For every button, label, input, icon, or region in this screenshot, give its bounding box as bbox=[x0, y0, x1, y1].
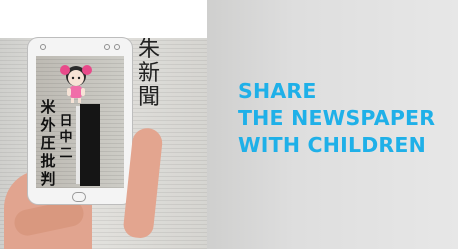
article-subhead-column: 日 中 二 bbox=[58, 114, 74, 162]
headline-char: 米 bbox=[40, 98, 56, 116]
headline-line-1: SHARE bbox=[238, 79, 317, 103]
smartphone: 米 外 圧 批 判 恐 れ 日 中 二 bbox=[28, 38, 132, 204]
ad-image: 朱 新 聞 SHARE THE NEWSPAPER WITH CHILDREN bbox=[0, 0, 458, 249]
black-headline-bar bbox=[80, 104, 100, 186]
phone-top-bar bbox=[28, 38, 132, 56]
settings-icon bbox=[104, 44, 110, 50]
headline-line-3: WITH CHILDREN bbox=[238, 133, 426, 157]
subhead-char: 二 bbox=[59, 146, 73, 161]
home-button bbox=[72, 192, 86, 202]
headline-char: 圧 bbox=[40, 134, 56, 152]
subhead-char: 中 bbox=[59, 130, 73, 145]
masthead-char: 聞 bbox=[137, 85, 160, 110]
masthead-char: 新 bbox=[137, 61, 160, 86]
headline-line-2: THE NEWSPAPER bbox=[238, 106, 436, 130]
headline-char: 判 bbox=[40, 170, 56, 188]
subhead-char: 日 bbox=[59, 114, 73, 129]
newspaper-masthead: 朱 新 聞 bbox=[136, 38, 162, 110]
headline: SHARE THE NEWSPAPER WITH CHILDREN bbox=[238, 78, 435, 159]
close-icon bbox=[114, 44, 120, 50]
mascot-character-icon bbox=[60, 65, 92, 103]
article-headline-column: 米 外 圧 批 判 恐 れ bbox=[38, 98, 58, 188]
phone-screen: 米 外 圧 批 判 恐 れ 日 中 二 bbox=[36, 56, 124, 188]
masthead-char: 朱 bbox=[137, 38, 160, 62]
headline-char: 批 bbox=[40, 152, 56, 170]
white-margin bbox=[0, 0, 207, 38]
headline-char: 外 bbox=[40, 116, 56, 134]
camera-icon bbox=[40, 44, 46, 50]
